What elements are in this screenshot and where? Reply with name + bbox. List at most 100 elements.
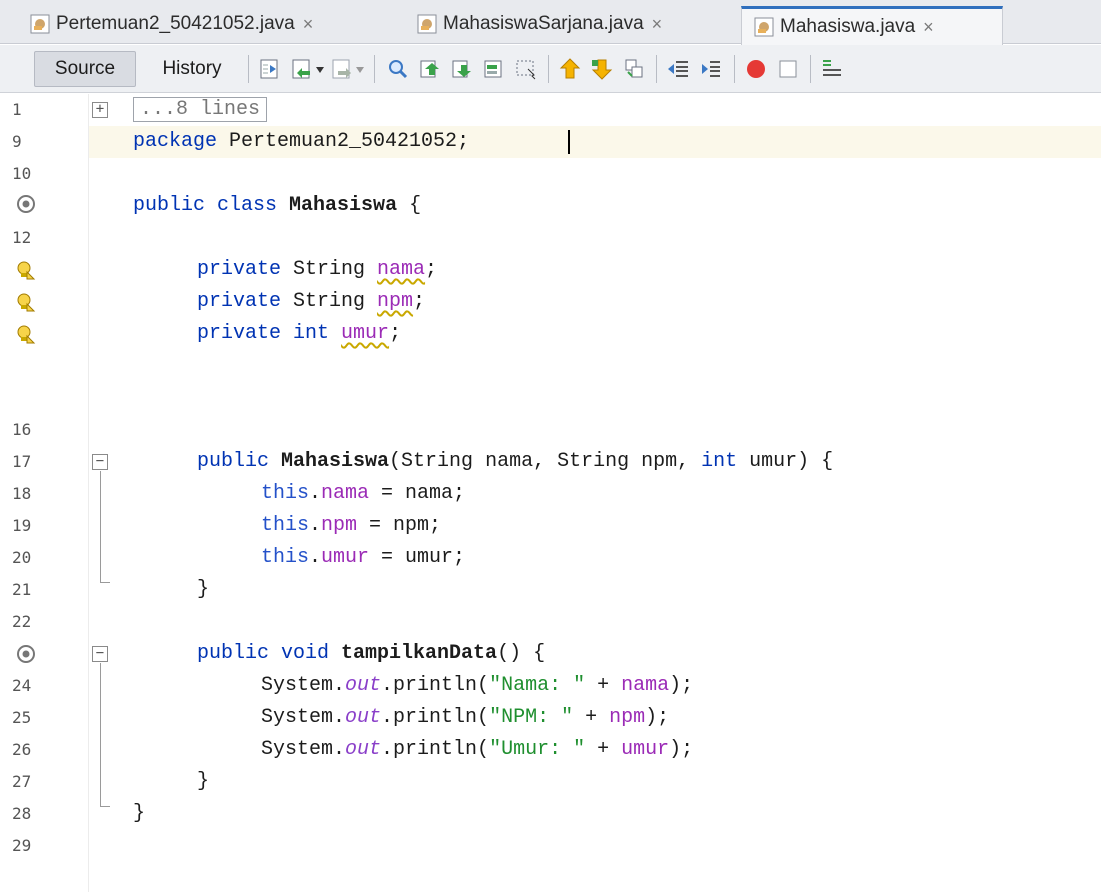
code-editor[interactable]: 1 9 10 12 16 17 18 19 20 21 22 24 25 26 … — [0, 94, 1101, 892]
class-name: Mahasiswa — [289, 194, 398, 217]
code-text: ; — [425, 258, 438, 281]
code-text: ; — [413, 290, 426, 313]
code-text: = nama; — [369, 482, 466, 505]
forward-icon[interactable] — [330, 57, 354, 81]
find-next-icon[interactable] — [450, 57, 474, 81]
field-name: umur — [321, 546, 370, 569]
line-number: 25 — [12, 708, 32, 727]
line-number: 10 — [12, 164, 32, 183]
warning-bulb-icon[interactable] — [16, 260, 36, 280]
code-line: System.out.println("Nama: " + nama); — [261, 670, 693, 702]
field-name: nama — [377, 258, 426, 281]
field-name: npm — [609, 706, 646, 729]
chevron-down-icon[interactable] — [356, 67, 364, 73]
code-line: private int umur; — [197, 318, 401, 350]
keyword: private — [197, 258, 282, 281]
editor-toolbar: Source History — [0, 45, 1101, 93]
keyword: this — [261, 482, 310, 505]
tab-label: Pertemuan2_50421052.java — [56, 13, 295, 34]
override-annotation-icon[interactable] — [16, 644, 36, 664]
static-field: out — [345, 674, 382, 697]
start-macro-icon[interactable] — [744, 57, 768, 81]
code-text: String — [281, 258, 378, 281]
keyword: this — [261, 514, 310, 537]
find-selection-icon[interactable] — [386, 57, 410, 81]
code-line: this.npm = npm; — [261, 510, 441, 542]
tab-label: MahasiswaSarjana.java — [443, 13, 644, 34]
static-field: out — [345, 706, 382, 729]
warning-bulb-icon[interactable] — [16, 292, 36, 312]
code-line: } — [197, 578, 210, 601]
method-name: tampilkanData — [329, 642, 498, 665]
line-number: 1 — [12, 100, 22, 119]
code-text: .println( — [381, 674, 490, 697]
stop-macro-icon[interactable] — [776, 57, 800, 81]
code-text: = npm; — [357, 514, 442, 537]
code-text: System. — [261, 674, 346, 697]
toggle-rectangular-icon[interactable] — [514, 57, 538, 81]
line-number: 27 — [12, 772, 32, 791]
line-number: 16 — [12, 420, 32, 439]
back-icon[interactable] — [290, 57, 314, 81]
keyword: private — [197, 290, 282, 313]
find-previous-icon[interactable] — [418, 57, 442, 81]
previous-bookmark-icon[interactable] — [558, 57, 582, 81]
shift-right-icon[interactable] — [698, 57, 722, 81]
toolbar-separator — [548, 55, 549, 83]
warning-bulb-icon[interactable] — [16, 324, 36, 344]
keyword: package — [133, 130, 218, 153]
tab-pertemuan2[interactable]: Pertemuan2_50421052.java × — [30, 4, 395, 44]
override-annotation-icon[interactable] — [16, 194, 36, 214]
line-number: 28 — [12, 804, 32, 823]
close-icon[interactable]: × — [303, 14, 314, 35]
java-file-icon — [30, 14, 50, 34]
keyword: public — [197, 450, 270, 473]
source-button[interactable]: Source — [34, 51, 136, 87]
toggle-highlight-icon[interactable] — [482, 57, 506, 81]
code-text: . — [309, 546, 322, 569]
code-text: ); — [669, 674, 694, 697]
code-text: . — [309, 482, 322, 505]
tab-mahasiswa[interactable]: Mahasiswa.java × — [741, 6, 1003, 45]
code-line: this.nama = nama; — [261, 478, 465, 510]
fold-guide — [100, 663, 101, 806]
field-name: nama — [621, 674, 670, 697]
keyword: public class — [133, 194, 278, 217]
code-text: .println( — [381, 706, 490, 729]
collapse-fold-icon[interactable]: − — [92, 454, 108, 470]
toggle-bookmark-icon[interactable] — [622, 57, 646, 81]
comment-icon[interactable] — [820, 57, 844, 81]
fold-guide — [100, 806, 110, 807]
history-button[interactable]: History — [146, 51, 238, 87]
string-literal: "NPM: " — [489, 706, 574, 729]
toolbar-separator — [374, 55, 375, 83]
chevron-down-icon[interactable] — [316, 67, 324, 73]
tab-mahasiswa-sarjana[interactable]: MahasiswaSarjana.java × — [417, 4, 729, 44]
line-number: 12 — [12, 228, 32, 247]
collapse-fold-icon[interactable]: − — [92, 646, 108, 662]
expand-fold-icon[interactable]: + — [92, 102, 108, 118]
field-name: nama — [321, 482, 370, 505]
code-text: ; — [457, 130, 470, 153]
last-edit-icon[interactable] — [258, 57, 282, 81]
code-line: public Mahasiswa(String nama, String npm… — [197, 446, 833, 478]
code-text: + — [585, 674, 622, 697]
next-bookmark-icon[interactable] — [590, 57, 614, 81]
line-number: 21 — [12, 580, 32, 599]
field-name: npm — [321, 514, 358, 537]
code-text: + — [585, 738, 622, 761]
code-text: { — [397, 194, 422, 217]
collapsed-block[interactable]: ...8 lines — [133, 97, 268, 122]
string-literal: "Nama: " — [489, 674, 586, 697]
java-file-icon — [417, 14, 437, 34]
shift-left-icon[interactable] — [666, 57, 690, 81]
line-number: 24 — [12, 676, 32, 695]
code-text: + — [573, 706, 610, 729]
code-text: Pertemuan2_50421052 — [217, 130, 458, 153]
field-name: npm — [377, 290, 414, 313]
close-icon[interactable]: × — [923, 17, 934, 38]
close-icon[interactable]: × — [652, 14, 663, 35]
field-name: umur — [341, 322, 390, 345]
code-line: package Pertemuan2_50421052; — [133, 126, 469, 158]
